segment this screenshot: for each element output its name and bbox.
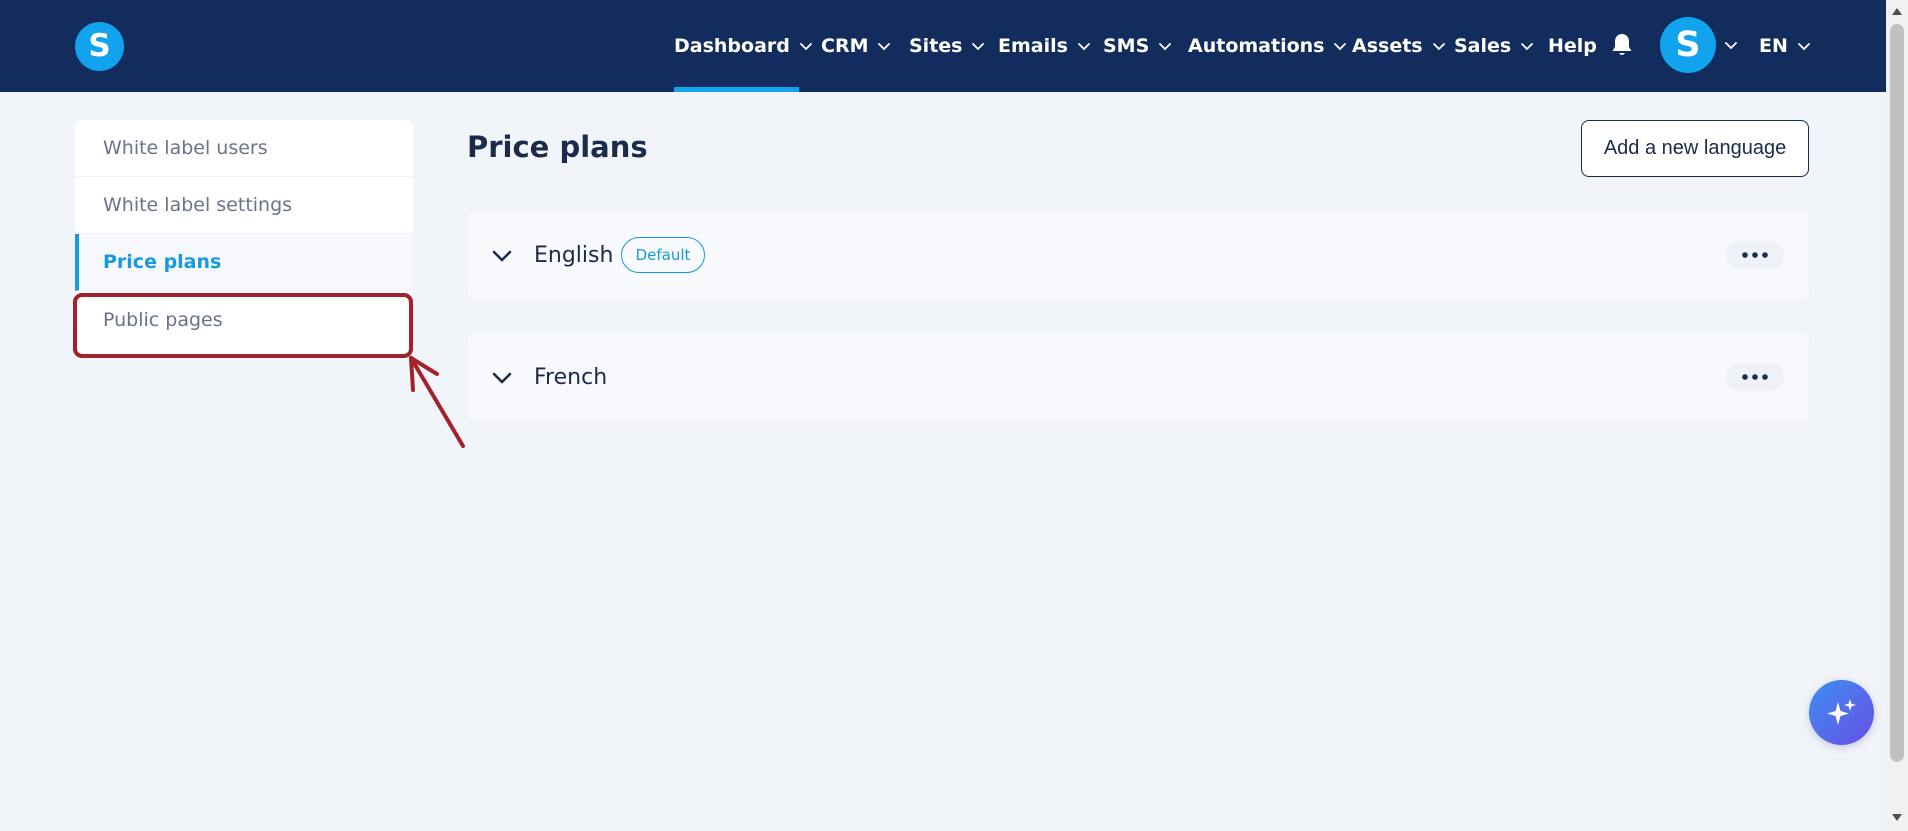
chevron-down-icon	[878, 43, 891, 51]
more-horizontal-icon	[1742, 374, 1768, 380]
chevron-down-icon	[1797, 43, 1810, 51]
sidebar-item-public-pages[interactable]: Public pages	[75, 291, 413, 348]
language-code: EN	[1759, 35, 1788, 57]
nav-emails[interactable]: Emails	[998, 0, 1091, 92]
nav-sites[interactable]: Sites	[909, 0, 985, 92]
nav-active-indicator	[674, 87, 799, 92]
svg-text:S: S	[1675, 25, 1700, 65]
language-name: French	[534, 364, 608, 390]
chevron-down-icon	[1159, 43, 1172, 51]
sidebar-item-label: Public pages	[103, 308, 223, 331]
more-options-button[interactable]	[1726, 363, 1784, 391]
nav-automations[interactable]: Automations	[1188, 0, 1347, 92]
logo-s-icon: S	[88, 28, 110, 64]
nav-sites-label: Sites	[909, 35, 963, 57]
language-card-french: French	[467, 332, 1809, 422]
language-card-english: English Default	[467, 210, 1809, 300]
nav-automations-label: Automations	[1188, 35, 1325, 57]
chevron-down-icon	[972, 43, 985, 51]
chevron-down-icon[interactable]	[491, 245, 513, 267]
scroll-down-arrow-icon[interactable]	[1891, 813, 1903, 823]
language-name: English	[534, 242, 614, 268]
scrollbar-thumb[interactable]	[1890, 24, 1904, 762]
nav-crm-label: CRM	[821, 35, 869, 57]
nav-emails-label: Emails	[998, 35, 1068, 57]
nav-help-label: Help	[1548, 35, 1597, 57]
bell-icon[interactable]	[1610, 32, 1634, 58]
svg-text:S: S	[88, 28, 110, 64]
nav-sms[interactable]: SMS	[1103, 0, 1172, 92]
page-scrollbar[interactable]	[1886, 0, 1908, 831]
page-title: Price plans	[467, 130, 648, 164]
default-badge: Default	[621, 237, 705, 273]
nav-help[interactable]: Help	[1548, 0, 1597, 92]
avatar-s-icon: S	[1675, 25, 1700, 65]
nav-crm[interactable]: CRM	[821, 0, 891, 92]
language-switcher[interactable]: EN	[1759, 0, 1811, 92]
more-options-button[interactable]	[1726, 241, 1784, 269]
nav-sales[interactable]: Sales	[1454, 0, 1534, 92]
sparkles-icon	[1826, 698, 1856, 725]
nav-assets-label: Assets	[1352, 35, 1423, 57]
scroll-up-arrow-icon[interactable]	[1891, 6, 1903, 16]
nav-assets[interactable]: Assets	[1352, 0, 1446, 92]
chevron-down-icon	[1078, 43, 1090, 51]
chevron-down-icon	[1334, 43, 1347, 51]
nav-sms-label: SMS	[1103, 35, 1150, 57]
sidebar-item-label: White label settings	[103, 194, 293, 216]
annotation-arrow-icon	[409, 356, 465, 448]
nav-dashboard[interactable]: Dashboard	[674, 0, 813, 92]
chevron-down-icon	[1432, 43, 1445, 51]
ai-assistant-button[interactable]	[1809, 680, 1874, 745]
chevron-down-icon	[1521, 43, 1534, 51]
sidebar-item-white-label-users[interactable]: White label users	[75, 120, 413, 177]
settings-sidebar: White label users White label settings P…	[75, 120, 413, 358]
app-window: S Dashboard CRM Sites Emails SMS Automat…	[0, 0, 1908, 831]
nav-sales-label: Sales	[1454, 35, 1512, 57]
user-avatar[interactable]: S	[1660, 17, 1716, 73]
sidebar-item-white-label-settings[interactable]: White label settings	[75, 177, 413, 234]
chevron-down-icon[interactable]	[491, 367, 513, 389]
chevron-down-icon	[799, 43, 812, 51]
brand-logo[interactable]: S	[75, 22, 124, 71]
top-navigation-bar: S Dashboard CRM Sites Emails SMS Automat…	[0, 0, 1886, 92]
chevron-down-icon[interactable]	[1724, 38, 1738, 52]
sidebar-item-label: White label users	[103, 137, 268, 159]
sidebar-item-price-plans[interactable]: Price plans	[75, 234, 413, 291]
nav-dashboard-label: Dashboard	[674, 35, 790, 57]
more-horizontal-icon	[1742, 252, 1768, 258]
add-language-button[interactable]: Add a new language	[1581, 120, 1809, 177]
sidebar-item-label: Price plans	[103, 251, 222, 273]
